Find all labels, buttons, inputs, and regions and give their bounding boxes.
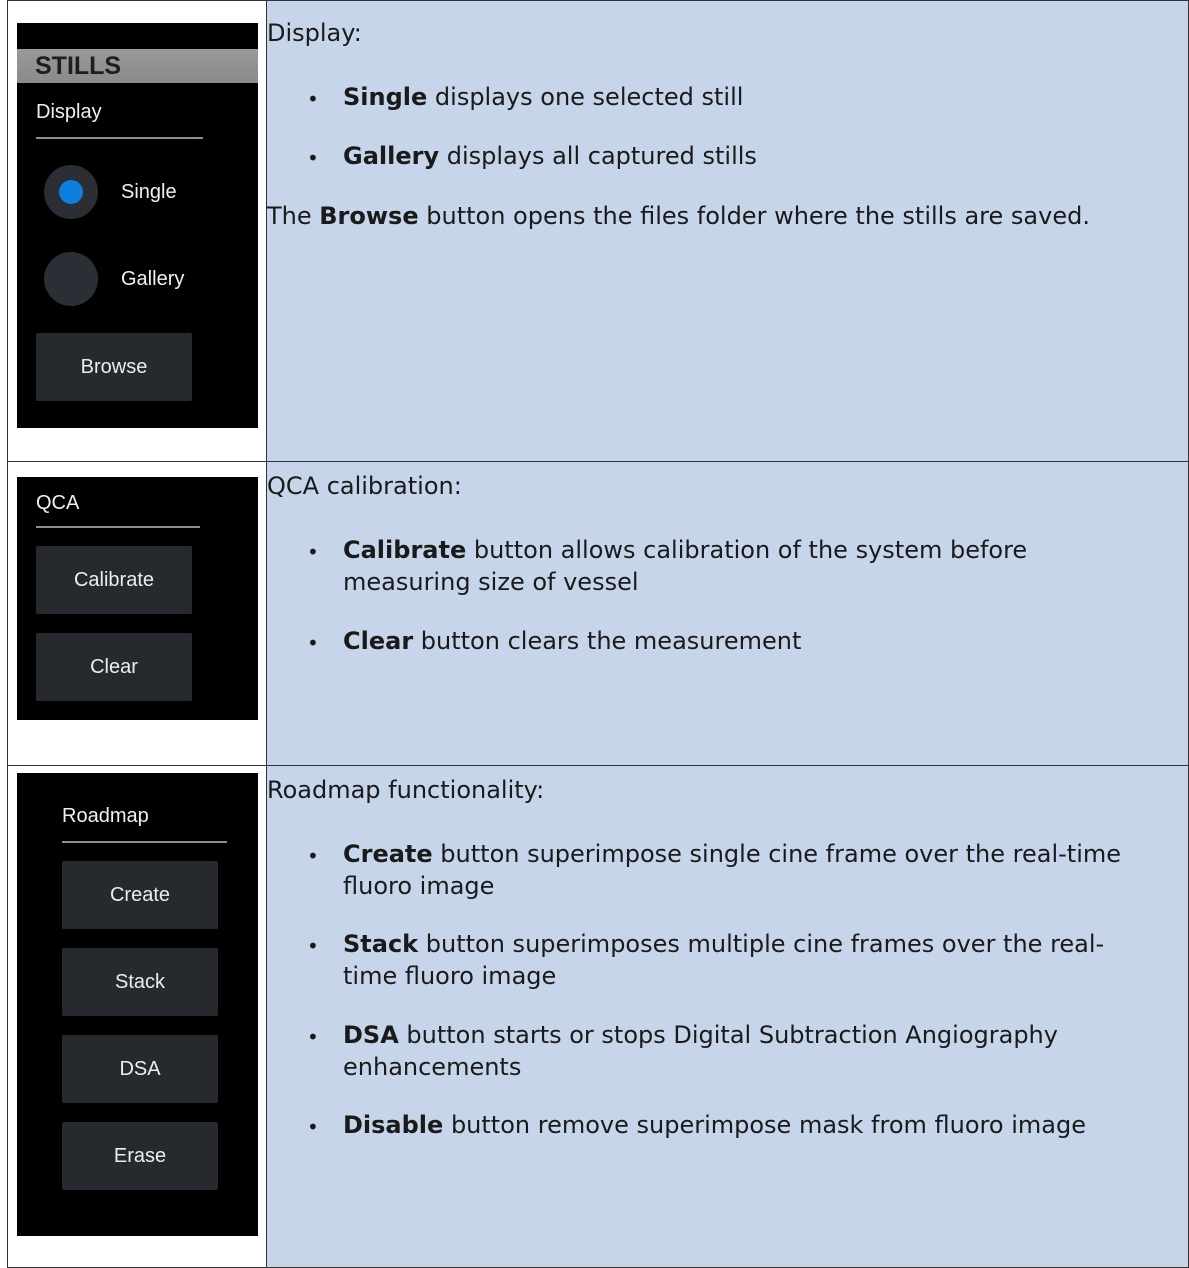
section-heading: Roadmap functionality: (267, 776, 545, 804)
table-row: QCA Calibrate Clear QCA calibration: • C… (7, 461, 1189, 766)
clear-button[interactable]: Clear (36, 633, 192, 701)
browse-paragraph: The Browse button opens the files folder… (267, 202, 1090, 230)
list-item: Disable button remove superimpose mask f… (343, 1111, 1086, 1139)
list-item: Single displays one selected still (343, 83, 744, 111)
stills-description-cell: Display: • Single displays one selected … (266, 0, 1189, 462)
gallery-radio[interactable] (44, 252, 98, 306)
table-row: Roadmap Create Stack DSA Erase Roadmap f… (7, 765, 1189, 1268)
qca-screenshot-cell: QCA Calibrate Clear (7, 461, 267, 766)
bullet-icon: • (307, 631, 319, 655)
roadmap-description: Roadmap functionality: • Create button s… (267, 766, 1188, 1267)
browse-button[interactable]: Browse (36, 333, 192, 401)
stack-button[interactable]: Stack (62, 948, 218, 1016)
qca-section-label: QCA (36, 492, 80, 514)
qca-description: QCA calibration: • Calibrate button allo… (267, 462, 1188, 765)
dsa-button[interactable]: DSA (62, 1035, 218, 1103)
bullet-icon: • (307, 540, 319, 564)
stills-description: Display: • Single displays one selected … (267, 1, 1188, 461)
roadmap-description-cell: Roadmap functionality: • Create button s… (266, 765, 1189, 1268)
section-heading: QCA calibration: (267, 472, 462, 500)
list-item: Gallery displays all captured stills (343, 142, 757, 170)
stills-screenshot-cell: STILLS Display Single Gallery Browse (7, 0, 267, 462)
calibrate-button[interactable]: Calibrate (36, 546, 192, 614)
bullet-icon: • (307, 1115, 319, 1139)
section-divider (36, 526, 200, 528)
erase-button[interactable]: Erase (62, 1122, 218, 1190)
gallery-radio-label[interactable]: Gallery (121, 268, 184, 291)
section-heading: Display: (267, 19, 362, 47)
roadmap-screenshot-cell: Roadmap Create Stack DSA Erase (7, 765, 267, 1268)
qca-panel: QCA Calibrate Clear (17, 477, 258, 720)
list-item: Clear button clears the measurement (343, 627, 802, 655)
section-divider (36, 137, 203, 139)
bullet-icon: • (307, 844, 319, 868)
feature-table: STILLS Display Single Gallery Browse Dis… (7, 0, 1189, 1268)
qca-description-cell: QCA calibration: • Calibrate button allo… (266, 461, 1189, 766)
display-section-label: Display (36, 101, 102, 123)
single-radio[interactable] (44, 165, 98, 219)
list-item: Calibrate button allows calibration of t… (343, 536, 1028, 596)
create-button[interactable]: Create (62, 861, 218, 929)
bullet-icon: • (307, 934, 319, 958)
radio-selected-dot (59, 180, 83, 204)
bullet-icon: • (307, 1025, 319, 1049)
list-item: Create button superimpose single cine fr… (343, 840, 1122, 900)
bullet-icon: • (307, 87, 319, 111)
roadmap-panel: Roadmap Create Stack DSA Erase (17, 773, 258, 1236)
bullet-icon: • (307, 146, 319, 170)
stills-header: STILLS (17, 49, 258, 83)
single-radio-label[interactable]: Single (121, 181, 177, 204)
list-item: DSA button starts or stops Digital Subtr… (343, 1021, 1058, 1081)
table-row: STILLS Display Single Gallery Browse Dis… (7, 0, 1189, 462)
roadmap-section-label: Roadmap (62, 805, 149, 827)
list-item: Stack button superimposes multiple cine … (343, 930, 1105, 990)
stills-panel: STILLS Display Single Gallery Browse (17, 23, 258, 428)
section-divider (62, 841, 227, 843)
